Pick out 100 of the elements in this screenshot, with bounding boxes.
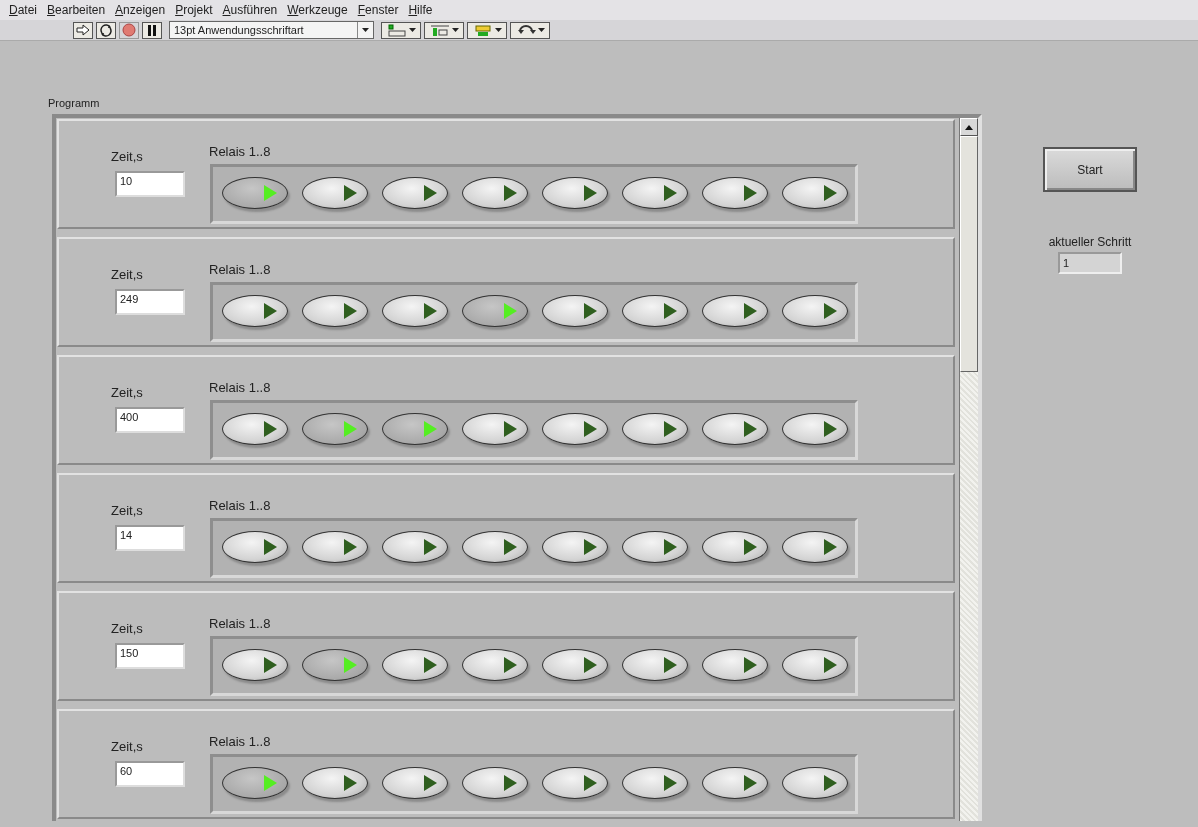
relay-toggle-button[interactable] xyxy=(302,413,368,445)
time-field[interactable]: 14 xyxy=(115,525,185,551)
relay-toggle-button[interactable] xyxy=(382,649,448,681)
time-label: Zeit,s xyxy=(111,621,143,636)
relay-toggle-button[interactable] xyxy=(622,649,688,681)
relay-toggle-button[interactable] xyxy=(302,295,368,327)
step-indicator: 1 xyxy=(1058,252,1122,274)
reorder-dropdown[interactable] xyxy=(510,21,550,39)
relay-toggle-button[interactable] xyxy=(542,413,608,445)
relay-toggle-button[interactable] xyxy=(622,767,688,799)
relay-toggle-button[interactable] xyxy=(622,177,688,209)
cycle-arrows-icon xyxy=(99,23,113,37)
relay-group-label: Relais 1..8 xyxy=(209,144,271,159)
relay-toggle-button[interactable] xyxy=(222,177,288,209)
time-field[interactable]: 249 xyxy=(115,289,185,315)
menu-item[interactable]: Bearbeiten xyxy=(42,3,111,17)
resize-icon xyxy=(472,23,493,37)
start-button[interactable]: Start xyxy=(1043,147,1137,192)
menu-item[interactable]: Werkzeuge xyxy=(282,3,353,17)
distribute-dropdown[interactable] xyxy=(424,21,464,39)
relay-toggle-button[interactable] xyxy=(462,531,528,563)
time-label: Zeit,s xyxy=(111,149,143,164)
relay-toggle-button[interactable] xyxy=(222,295,288,327)
resize-dropdown[interactable] xyxy=(467,21,507,39)
distribute-icon xyxy=(429,23,450,37)
relay-toggle-button[interactable] xyxy=(542,649,608,681)
relay-toggle-button[interactable] xyxy=(382,177,448,209)
relay-toggle-button[interactable] xyxy=(222,649,288,681)
relay-toggle-button[interactable] xyxy=(702,531,768,563)
scrollbar[interactable] xyxy=(959,118,978,821)
relay-toggle-button[interactable] xyxy=(462,413,528,445)
menu-item[interactable]: Projekt xyxy=(170,3,218,17)
relay-group-label: Relais 1..8 xyxy=(209,734,271,749)
relay-toggle-button[interactable] xyxy=(702,767,768,799)
relay-toggle-button[interactable] xyxy=(222,767,288,799)
relay-group-label: Relais 1..8 xyxy=(209,262,271,277)
pause-icon xyxy=(147,24,157,36)
relay-toggle-button[interactable] xyxy=(462,177,528,209)
stop-circle-icon xyxy=(122,23,136,37)
time-label: Zeit,s xyxy=(111,503,143,518)
arrow-icon xyxy=(76,24,90,36)
caret-icon xyxy=(362,28,369,32)
relay-toggle-button[interactable] xyxy=(782,767,848,799)
relay-group-label: Relais 1..8 xyxy=(209,616,271,631)
menu-item[interactable]: Hilfe xyxy=(403,3,438,17)
time-label: Zeit,s xyxy=(111,739,143,754)
array-label: Programm xyxy=(48,97,100,111)
caret-icon xyxy=(537,28,545,32)
relay-toggle-button[interactable] xyxy=(462,295,528,327)
up-arrow-icon xyxy=(965,124,973,130)
run-button[interactable] xyxy=(73,21,93,39)
relay-toggle-button[interactable] xyxy=(382,413,448,445)
relay-toggle-button[interactable] xyxy=(702,413,768,445)
pause-button[interactable] xyxy=(142,21,162,39)
caret-icon xyxy=(408,28,416,32)
menu-item[interactable]: Datei xyxy=(4,3,43,17)
relay-toggle-button[interactable] xyxy=(702,649,768,681)
relay-toggle-button[interactable] xyxy=(542,531,608,563)
relay-toggle-button[interactable] xyxy=(702,177,768,209)
scroll-up-button[interactable] xyxy=(960,118,978,136)
time-field[interactable]: 60 xyxy=(115,761,185,787)
relay-toggle-button[interactable] xyxy=(382,295,448,327)
relay-toggle-button[interactable] xyxy=(542,177,608,209)
relay-toggle-button[interactable] xyxy=(702,295,768,327)
align-icon xyxy=(386,23,407,37)
relay-toggle-button[interactable] xyxy=(462,649,528,681)
caret-icon xyxy=(451,28,459,32)
run-continuously-button[interactable] xyxy=(96,21,116,39)
step-label: aktueller Schritt xyxy=(1048,235,1132,249)
relay-toggle-button[interactable] xyxy=(222,413,288,445)
relay-toggle-button[interactable] xyxy=(542,295,608,327)
time-label: Zeit,s xyxy=(111,267,143,282)
relay-toggle-button[interactable] xyxy=(782,177,848,209)
align-dropdown[interactable] xyxy=(381,21,421,39)
relay-toggle-button[interactable] xyxy=(622,413,688,445)
scroll-thumb[interactable] xyxy=(960,136,978,372)
relay-toggle-button[interactable] xyxy=(782,295,848,327)
menu-item[interactable]: Ausführen xyxy=(217,3,283,17)
relay-toggle-button[interactable] xyxy=(782,649,848,681)
time-field[interactable]: 400 xyxy=(115,407,185,433)
time-field[interactable]: 10 xyxy=(115,171,185,197)
relay-toggle-button[interactable] xyxy=(382,531,448,563)
time-field[interactable]: 150 xyxy=(115,643,185,669)
menu-item[interactable]: Anzeigen xyxy=(110,3,171,17)
relay-toggle-button[interactable] xyxy=(382,767,448,799)
relay-toggle-button[interactable] xyxy=(302,531,368,563)
relay-toggle-button[interactable] xyxy=(302,767,368,799)
relay-toggle-button[interactable] xyxy=(782,413,848,445)
relay-toggle-button[interactable] xyxy=(782,531,848,563)
relay-toggle-button[interactable] xyxy=(622,295,688,327)
relay-toggle-button[interactable] xyxy=(302,649,368,681)
relay-toggle-button[interactable] xyxy=(622,531,688,563)
time-label: Zeit,s xyxy=(111,385,143,400)
relay-toggle-button[interactable] xyxy=(302,177,368,209)
font-dropdown[interactable]: 13pt Anwendungsschriftart xyxy=(169,21,374,39)
caret-icon xyxy=(494,28,502,32)
menu-item[interactable]: Fenster xyxy=(352,3,404,17)
relay-toggle-button[interactable] xyxy=(222,531,288,563)
relay-toggle-button[interactable] xyxy=(542,767,608,799)
relay-toggle-button[interactable] xyxy=(462,767,528,799)
